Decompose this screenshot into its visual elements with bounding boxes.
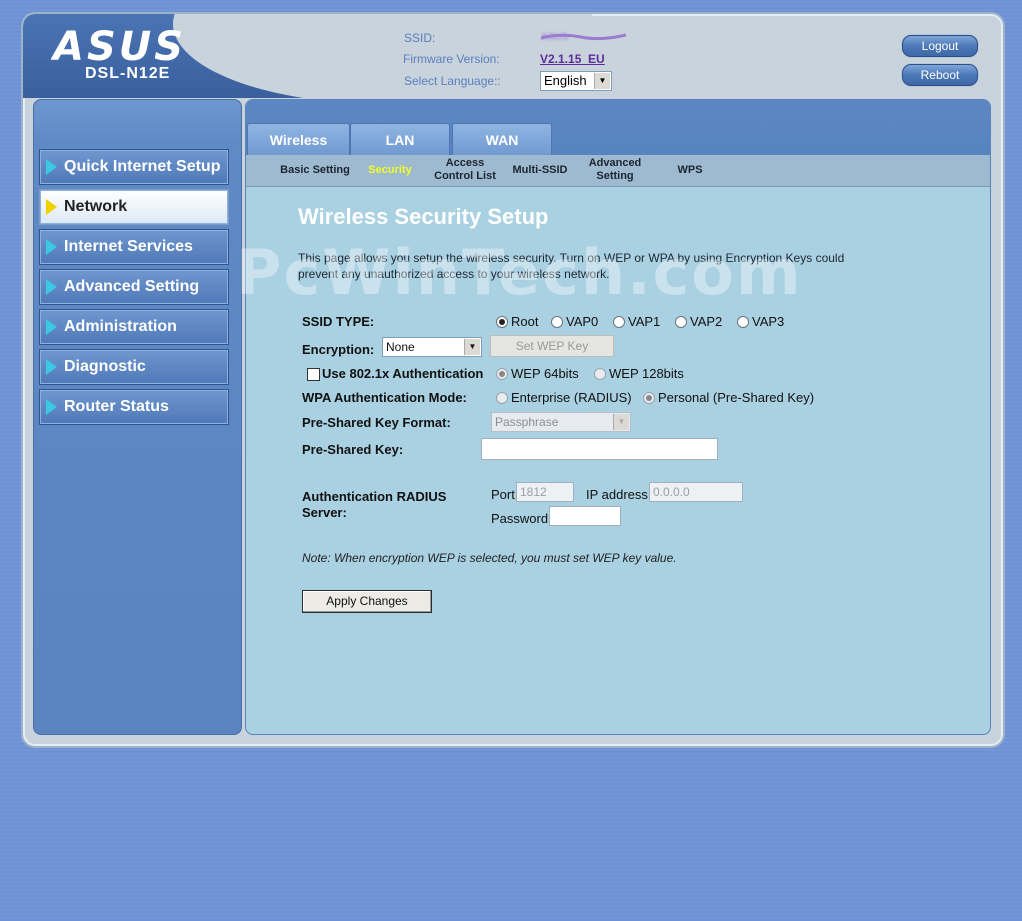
- chevron-down-icon: ▼: [464, 339, 480, 355]
- radio-wep-64[interactable]: [496, 368, 508, 380]
- subnav-label-line2: Setting: [596, 170, 634, 182]
- password-label: Password: [491, 511, 549, 526]
- sidebar-item-label: Advanced Setting: [64, 278, 200, 295]
- arrow-right-icon: [46, 359, 57, 375]
- sidebar-item-router-status[interactable]: Router Status: [39, 389, 229, 425]
- tab-wan[interactable]: WAN: [452, 123, 552, 157]
- subnav-label-line1: Access: [445, 157, 485, 169]
- wpa-mode-label: WPA Authentication Mode:: [302, 390, 467, 405]
- radio-vap1[interactable]: [613, 316, 625, 328]
- port-input[interactable]: 1812: [516, 482, 574, 502]
- sidebar-item-diagnostic[interactable]: Diagnostic: [39, 349, 229, 385]
- sub-navigation: Basic Setting Security Access Control Li…: [246, 155, 990, 187]
- ssid-type-label: SSID TYPE:: [302, 314, 375, 329]
- radius-label: Authentication RADIUS Server:: [302, 489, 446, 521]
- sidebar-item-label: Quick Internet Setup: [64, 158, 221, 175]
- subnav-wps[interactable]: WPS: [670, 164, 710, 177]
- sidebar-item-network[interactable]: Network: [39, 189, 229, 225]
- radio-vap2[interactable]: [675, 316, 687, 328]
- sidebar-item-label: Network: [64, 198, 128, 215]
- radio-wep-128[interactable]: [594, 368, 606, 380]
- firmware-version-link[interactable]: V2.1.15_EU: [540, 52, 605, 66]
- asus-logo: ASUS: [51, 24, 186, 68]
- sidebar-item-advanced-setting[interactable]: Advanced Setting: [39, 269, 229, 305]
- sidebar-item-label: Administration: [64, 318, 177, 335]
- radio-vap3-label: VAP3: [752, 314, 785, 329]
- use-8021x-checkbox[interactable]: [307, 368, 320, 381]
- content-panel: Wireless LAN WAN Basic Setting Security …: [245, 99, 991, 735]
- arrow-right-icon: [46, 399, 57, 415]
- ip-address-label: IP address: [586, 487, 648, 502]
- language-value: English: [544, 73, 587, 88]
- sidebar: Quick Internet Setup Network Internet Se…: [33, 99, 242, 735]
- subnav-label-line2: Control List: [434, 170, 496, 182]
- encryption-select[interactable]: None ▼: [382, 337, 482, 357]
- radio-enterprise[interactable]: [496, 392, 508, 404]
- encryption-label: Encryption:: [302, 342, 375, 357]
- psk-input[interactable]: [481, 438, 718, 460]
- reboot-button[interactable]: Reboot: [902, 64, 978, 86]
- encryption-value: None: [386, 340, 415, 354]
- logout-button[interactable]: Logout: [902, 35, 978, 57]
- port-label: Port: [491, 487, 515, 502]
- tab-lan[interactable]: LAN: [350, 123, 450, 157]
- language-label: Select Language::: [404, 74, 501, 88]
- apply-changes-button[interactable]: Apply Changes: [302, 590, 432, 613]
- language-select[interactable]: English ▼: [540, 71, 612, 91]
- ssid-label: SSID:: [404, 31, 436, 45]
- sidebar-item-label: Internet Services: [64, 238, 193, 255]
- subnav-advanced-setting[interactable]: Advanced Setting: [582, 157, 648, 183]
- watermark: PcWinTech.com: [236, 236, 803, 309]
- radio-vap2-label: VAP2: [690, 314, 723, 329]
- radio-personal[interactable]: [643, 392, 655, 404]
- tab-wireless[interactable]: Wireless: [247, 123, 350, 157]
- ip-address-input[interactable]: 0.0.0.0: [649, 482, 743, 502]
- subnav-multi-ssid[interactable]: Multi-SSID: [508, 164, 572, 177]
- psk-format-select[interactable]: Passphrase ▼: [491, 412, 631, 432]
- radio-enterprise-label: Enterprise (RADIUS): [511, 390, 632, 405]
- psk-format-value: Passphrase: [495, 415, 559, 429]
- radio-vap0-label: VAP0: [566, 314, 599, 329]
- arrow-right-icon: [46, 159, 57, 175]
- radio-wep-128-label: WEP 128bits: [609, 366, 684, 381]
- radio-root-label: Root: [511, 314, 539, 329]
- chevron-down-icon: ▼: [594, 73, 610, 89]
- password-input[interactable]: [549, 506, 621, 526]
- note-text: Note: When encryption WEP is selected, y…: [302, 551, 677, 565]
- subnav-security[interactable]: Security: [364, 164, 416, 177]
- radio-vap0[interactable]: [551, 316, 563, 328]
- subnav-access-control-list[interactable]: Access Control List: [430, 157, 500, 183]
- set-wep-key-button[interactable]: Set WEP Key: [490, 335, 614, 357]
- chevron-down-icon: ▼: [613, 414, 629, 430]
- arrow-right-icon: [46, 319, 57, 335]
- radius-label-line1: Authentication RADIUS: [302, 489, 447, 504]
- sidebar-top: [34, 100, 241, 144]
- ssid-scribble: [541, 33, 626, 41]
- page-title: Wireless Security Setup: [298, 204, 549, 229]
- radio-root[interactable]: [496, 316, 508, 328]
- arrow-right-icon: [46, 239, 57, 255]
- ssid-value: ASUS: [541, 32, 626, 43]
- sidebar-item-label: Router Status: [64, 398, 169, 415]
- header: ASUS DSL-N12E: [23, 14, 999, 98]
- psk-format-label: Pre-Shared Key Format:: [302, 415, 451, 430]
- firmware-label: Firmware Version:: [403, 52, 500, 66]
- arrow-right-icon: [46, 279, 57, 295]
- use-8021x-label: Use 802.1x Authentication: [322, 366, 484, 381]
- radio-wep-64-label: WEP 64bits: [511, 366, 579, 381]
- subnav-label-line1: Advanced: [588, 157, 642, 169]
- psk-label: Pre-Shared Key:: [302, 442, 404, 457]
- sidebar-item-administration[interactable]: Administration: [39, 309, 229, 345]
- sidebar-item-label: Diagnostic: [64, 358, 146, 375]
- model-name: DSL-N12E: [85, 65, 171, 82]
- svg-text:ASUS: ASUS: [51, 24, 186, 68]
- sidebar-item-quick-internet-setup[interactable]: Quick Internet Setup: [39, 149, 229, 185]
- radio-vap3[interactable]: [737, 316, 749, 328]
- radio-personal-label: Personal (Pre-Shared Key): [658, 390, 815, 405]
- arrow-right-icon: [46, 199, 57, 215]
- radius-label-line2: Server:: [302, 505, 347, 520]
- subnav-basic-setting[interactable]: Basic Setting: [278, 164, 352, 177]
- sidebar-item-internet-services[interactable]: Internet Services: [39, 229, 229, 265]
- radio-vap1-label: VAP1: [628, 314, 661, 329]
